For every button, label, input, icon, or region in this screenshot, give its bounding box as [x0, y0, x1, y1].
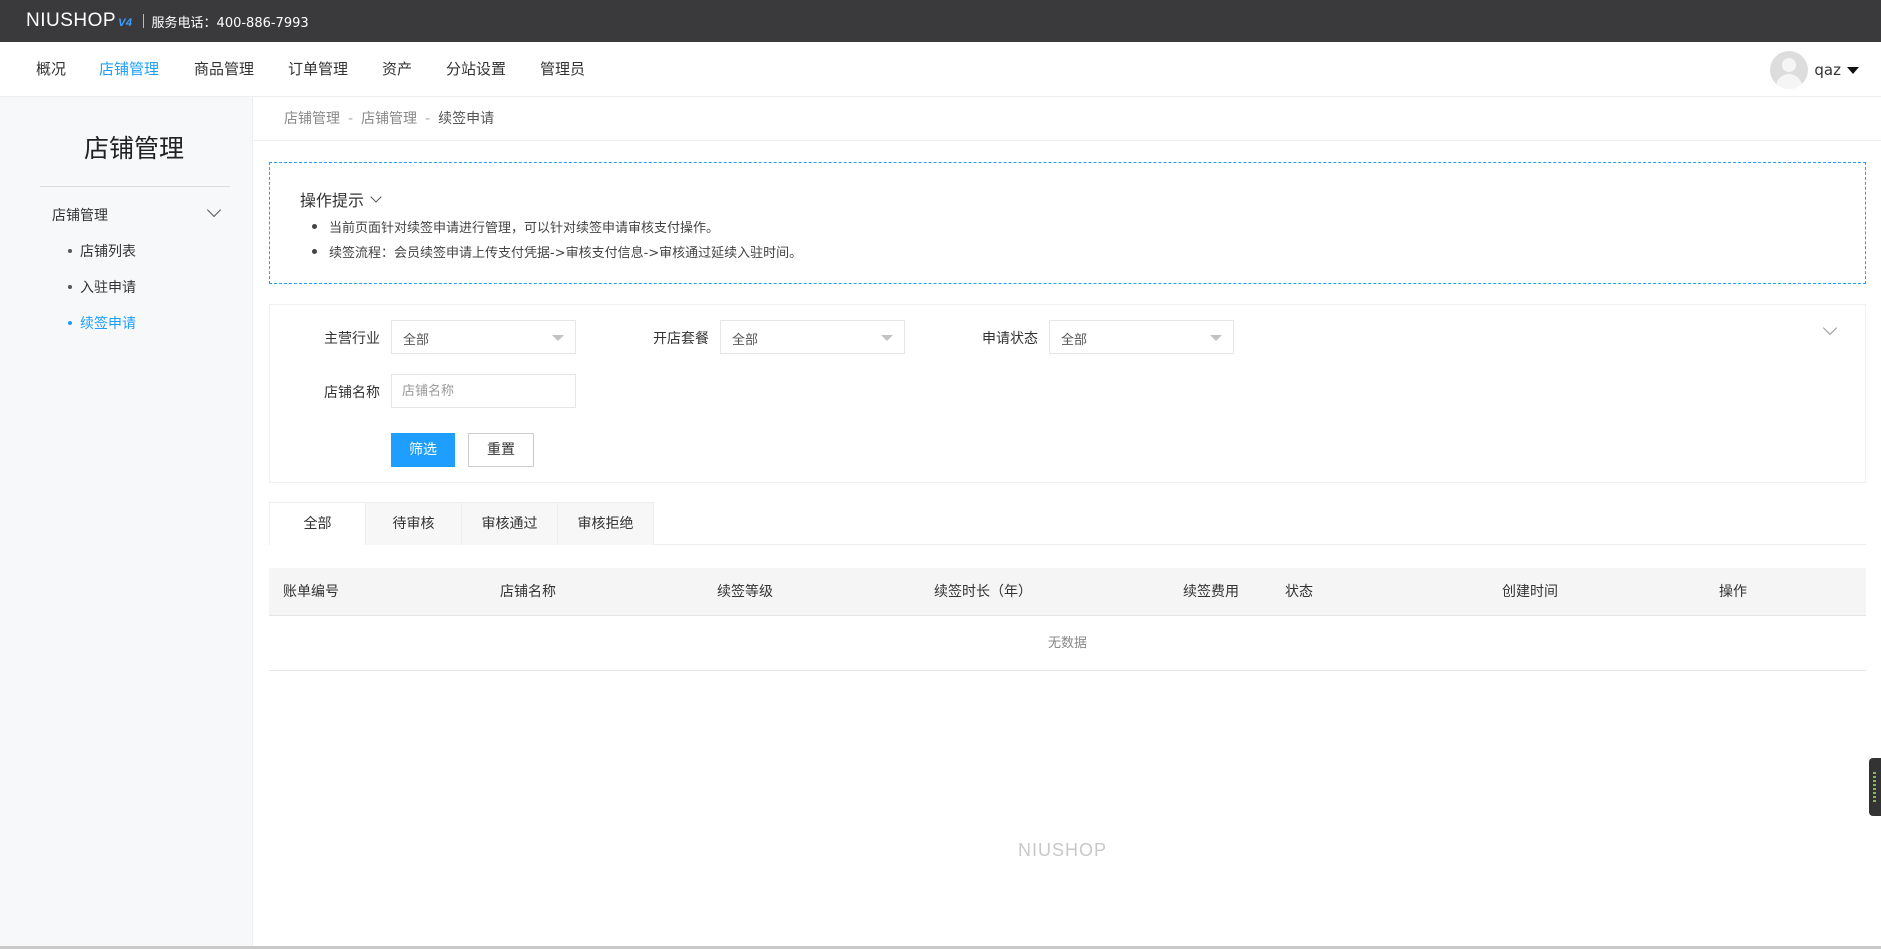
- tip-line: 当前页面针对续签申请进行管理，可以针对续签申请审核支付操作。: [312, 217, 719, 236]
- status-label: 申请状态: [982, 331, 1038, 347]
- industry-select-value: 全部: [403, 333, 430, 348]
- avatar[interactable]: [1770, 51, 1809, 89]
- table-header: 账单编号 店铺名称 续签等级 续签时长（年） 续签费用 状态 创建时间 操作: [269, 568, 1866, 616]
- status-select[interactable]: 全部: [1049, 320, 1234, 354]
- logo-version: V4: [118, 17, 133, 29]
- dropdown-arrow-icon: [881, 335, 893, 341]
- sidebar-group-shop-management[interactable]: 店铺管理: [52, 205, 108, 225]
- sidebar-item-renew-apply[interactable]: 续签申请: [68, 313, 136, 333]
- niushop-logo[interactable]: NIUSHOP V4: [26, 10, 133, 32]
- tab-approved[interactable]: 审核通过: [461, 502, 558, 545]
- sidebar-item-settle-apply[interactable]: 入驻申请: [68, 277, 136, 297]
- nav-assets[interactable]: 资产: [382, 42, 412, 97]
- industry-select[interactable]: 全部: [391, 320, 576, 354]
- sidebar: 店铺管理 店铺管理 店铺列表 入驻申请 续签申请: [0, 97, 253, 949]
- column-header: 续签费用: [1183, 584, 1239, 600]
- sidebar-item-shop-list[interactable]: 店铺列表: [68, 241, 136, 261]
- nav-substation-settings[interactable]: 分站设置: [446, 42, 506, 97]
- topbar-divider: [142, 14, 144, 28]
- breadcrumb-current: 续签申请: [438, 111, 495, 127]
- sidebar-title: 店铺管理: [83, 134, 184, 163]
- column-header: 续签等级: [717, 584, 773, 600]
- tip-text: 当前页面针对续签申请进行管理，可以针对续签申请审核支付操作。: [329, 221, 720, 236]
- breadcrumb-divider: [254, 140, 1881, 141]
- logo-text: NIUSHOP: [26, 10, 117, 31]
- industry-label: 主营行业: [324, 331, 380, 347]
- column-header: 操作: [1719, 584, 1747, 600]
- tab-rejected[interactable]: 审核拒绝: [557, 502, 654, 545]
- bullet-icon: [68, 249, 72, 253]
- bullet-icon: [312, 224, 317, 229]
- caret-down-icon[interactable]: [1847, 66, 1859, 74]
- status-tabs: 全部 待审核 审核通过 审核拒绝: [269, 502, 1866, 545]
- nav-overview[interactable]: 概况: [36, 42, 66, 97]
- package-select[interactable]: 全部: [720, 320, 905, 354]
- column-header: 状态: [1285, 584, 1313, 600]
- service-hotline: 服务电话：400-886-7993: [151, 15, 309, 31]
- nav-shop-management[interactable]: 店铺管理: [99, 42, 159, 97]
- column-header: 店铺名称: [500, 584, 556, 600]
- tab-pending[interactable]: 待审核: [365, 502, 462, 545]
- reset-button[interactable]: 重置: [468, 433, 534, 467]
- nav-order-management[interactable]: 订单管理: [288, 42, 348, 97]
- tips-title[interactable]: 操作提示: [300, 187, 382, 211]
- breadcrumb-item[interactable]: 店铺管理: [284, 111, 340, 127]
- empty-state: 无数据: [269, 616, 1866, 671]
- user-menu[interactable]: qaz: [1770, 50, 1859, 90]
- shop-name-input[interactable]: [391, 374, 576, 408]
- tip-line: 续签流程：会员续签申请上传支付凭据->审核支付信息->审核通过延续入驻时间。: [312, 242, 802, 261]
- breadcrumb-item[interactable]: 店铺管理: [361, 111, 417, 127]
- footer-logo: NIUSHOP: [1018, 840, 1108, 860]
- breadcrumb: 店铺管理 - 店铺管理 - 续签申请: [284, 108, 494, 128]
- column-header: 续签时长（年）: [934, 584, 1032, 600]
- tip-text: 续签流程：会员续签申请上传支付凭据->审核支付信息->审核通过延续入驻时间。: [329, 246, 803, 261]
- main-nav: 概况 店铺管理 商品管理 订单管理 资产 分站设置 管理员 qaz: [0, 42, 1881, 97]
- sidebar-divider: [40, 186, 230, 187]
- sidebar-item-label: 店铺列表: [80, 244, 136, 260]
- side-panel-handle[interactable]: [1869, 758, 1881, 816]
- package-select-value: 全部: [732, 333, 759, 348]
- bullet-icon: [68, 285, 72, 289]
- filter-button[interactable]: 筛选: [391, 433, 455, 467]
- filter-panel: 主营行业 全部 开店套餐 全部 申请状态 全部 店铺名称 筛选 重置: [269, 304, 1866, 483]
- chevron-down-icon[interactable]: [206, 202, 222, 218]
- dropdown-arrow-icon: [1210, 335, 1222, 341]
- sidebar-item-label: 续签申请: [80, 316, 136, 332]
- status-select-value: 全部: [1061, 333, 1088, 348]
- tips-title-text: 操作提示: [300, 191, 365, 210]
- column-header: 账单编号: [283, 584, 339, 600]
- bullet-icon: [68, 321, 72, 325]
- breadcrumb-separator: -: [425, 111, 431, 127]
- sidebar-item-label: 入驻申请: [80, 280, 136, 296]
- tab-all[interactable]: 全部: [269, 502, 366, 545]
- dropdown-arrow-icon: [552, 335, 564, 341]
- bullet-icon: [312, 249, 317, 254]
- top-bar: NIUSHOP V4 服务电话：400-886-7993: [0, 0, 1881, 42]
- nav-goods-management[interactable]: 商品管理: [194, 42, 254, 97]
- breadcrumb-separator: -: [348, 111, 354, 127]
- nav-admin[interactable]: 管理员: [540, 42, 585, 97]
- username[interactable]: qaz: [1814, 61, 1841, 79]
- column-header: 创建时间: [1502, 584, 1558, 600]
- chevron-down-icon[interactable]: [370, 191, 382, 203]
- grip-icon: [1873, 772, 1876, 802]
- shop-name-label: 店铺名称: [324, 385, 380, 401]
- package-label: 开店套餐: [653, 331, 709, 347]
- collapse-chevron-icon[interactable]: [1822, 320, 1838, 336]
- operation-tips: 操作提示 当前页面针对续签申请进行管理，可以针对续签申请审核支付操作。 续签流程…: [269, 162, 1866, 284]
